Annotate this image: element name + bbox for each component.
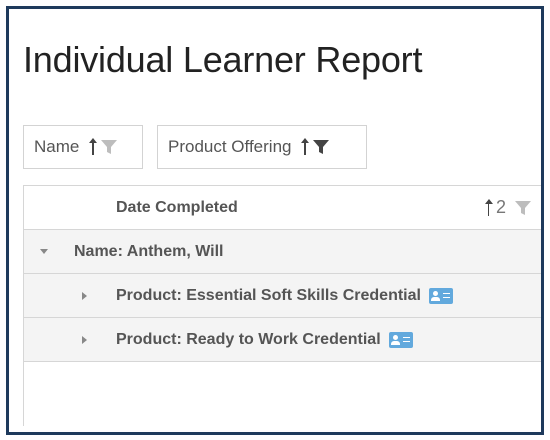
sort-ascending-icon[interactable] (89, 138, 98, 156)
credential-card-icon[interactable] (428, 287, 453, 304)
name-sort-chip[interactable]: Name (23, 125, 143, 169)
date-completed-column-header[interactable]: Date Completed (116, 199, 238, 217)
sort-ascending-icon[interactable] (301, 138, 310, 156)
expand-arrow-icon[interactable] (82, 291, 87, 300)
column-sort-control[interactable]: 2 (484, 197, 532, 218)
chip-label: Name (34, 137, 80, 156)
page-title: Individual Learner Report (23, 39, 423, 80)
product-label-wrap: Product: Ready to Work Credential (116, 331, 413, 349)
sort-order-number: 2 (495, 197, 506, 217)
report-grid: Date Completed 2 Name: Anthem, Will Prod… (23, 185, 541, 426)
filter-icon[interactable] (312, 138, 330, 156)
group-row[interactable]: Name: Anthem, Will (24, 230, 541, 274)
product-label-wrap: Product: Essential Soft Skills Credentia… (116, 287, 453, 305)
filter-icon[interactable] (514, 199, 532, 217)
filter-icon[interactable] (100, 138, 118, 156)
expand-arrow-icon[interactable] (82, 335, 87, 344)
collapse-arrow-icon[interactable] (40, 249, 48, 254)
group-label: Name: Anthem, Will (74, 242, 224, 260)
product-label: Product: Ready to Work Credential (116, 330, 381, 348)
product-row[interactable]: Product: Essential Soft Skills Credentia… (24, 274, 541, 318)
credential-card-icon[interactable] (388, 331, 413, 348)
grid-header-row: Date Completed 2 (24, 186, 541, 230)
product-offering-sort-chip[interactable]: Product Offering (157, 125, 367, 169)
product-label: Product: Essential Soft Skills Credentia… (116, 286, 421, 304)
product-row[interactable]: Product: Ready to Work Credential (24, 318, 541, 362)
empty-grid-area (24, 362, 541, 426)
sort-ascending-icon[interactable] (484, 198, 493, 217)
report-frame: Individual Learner Report Name Product O… (6, 6, 544, 435)
chip-label: Product Offering (168, 137, 292, 156)
